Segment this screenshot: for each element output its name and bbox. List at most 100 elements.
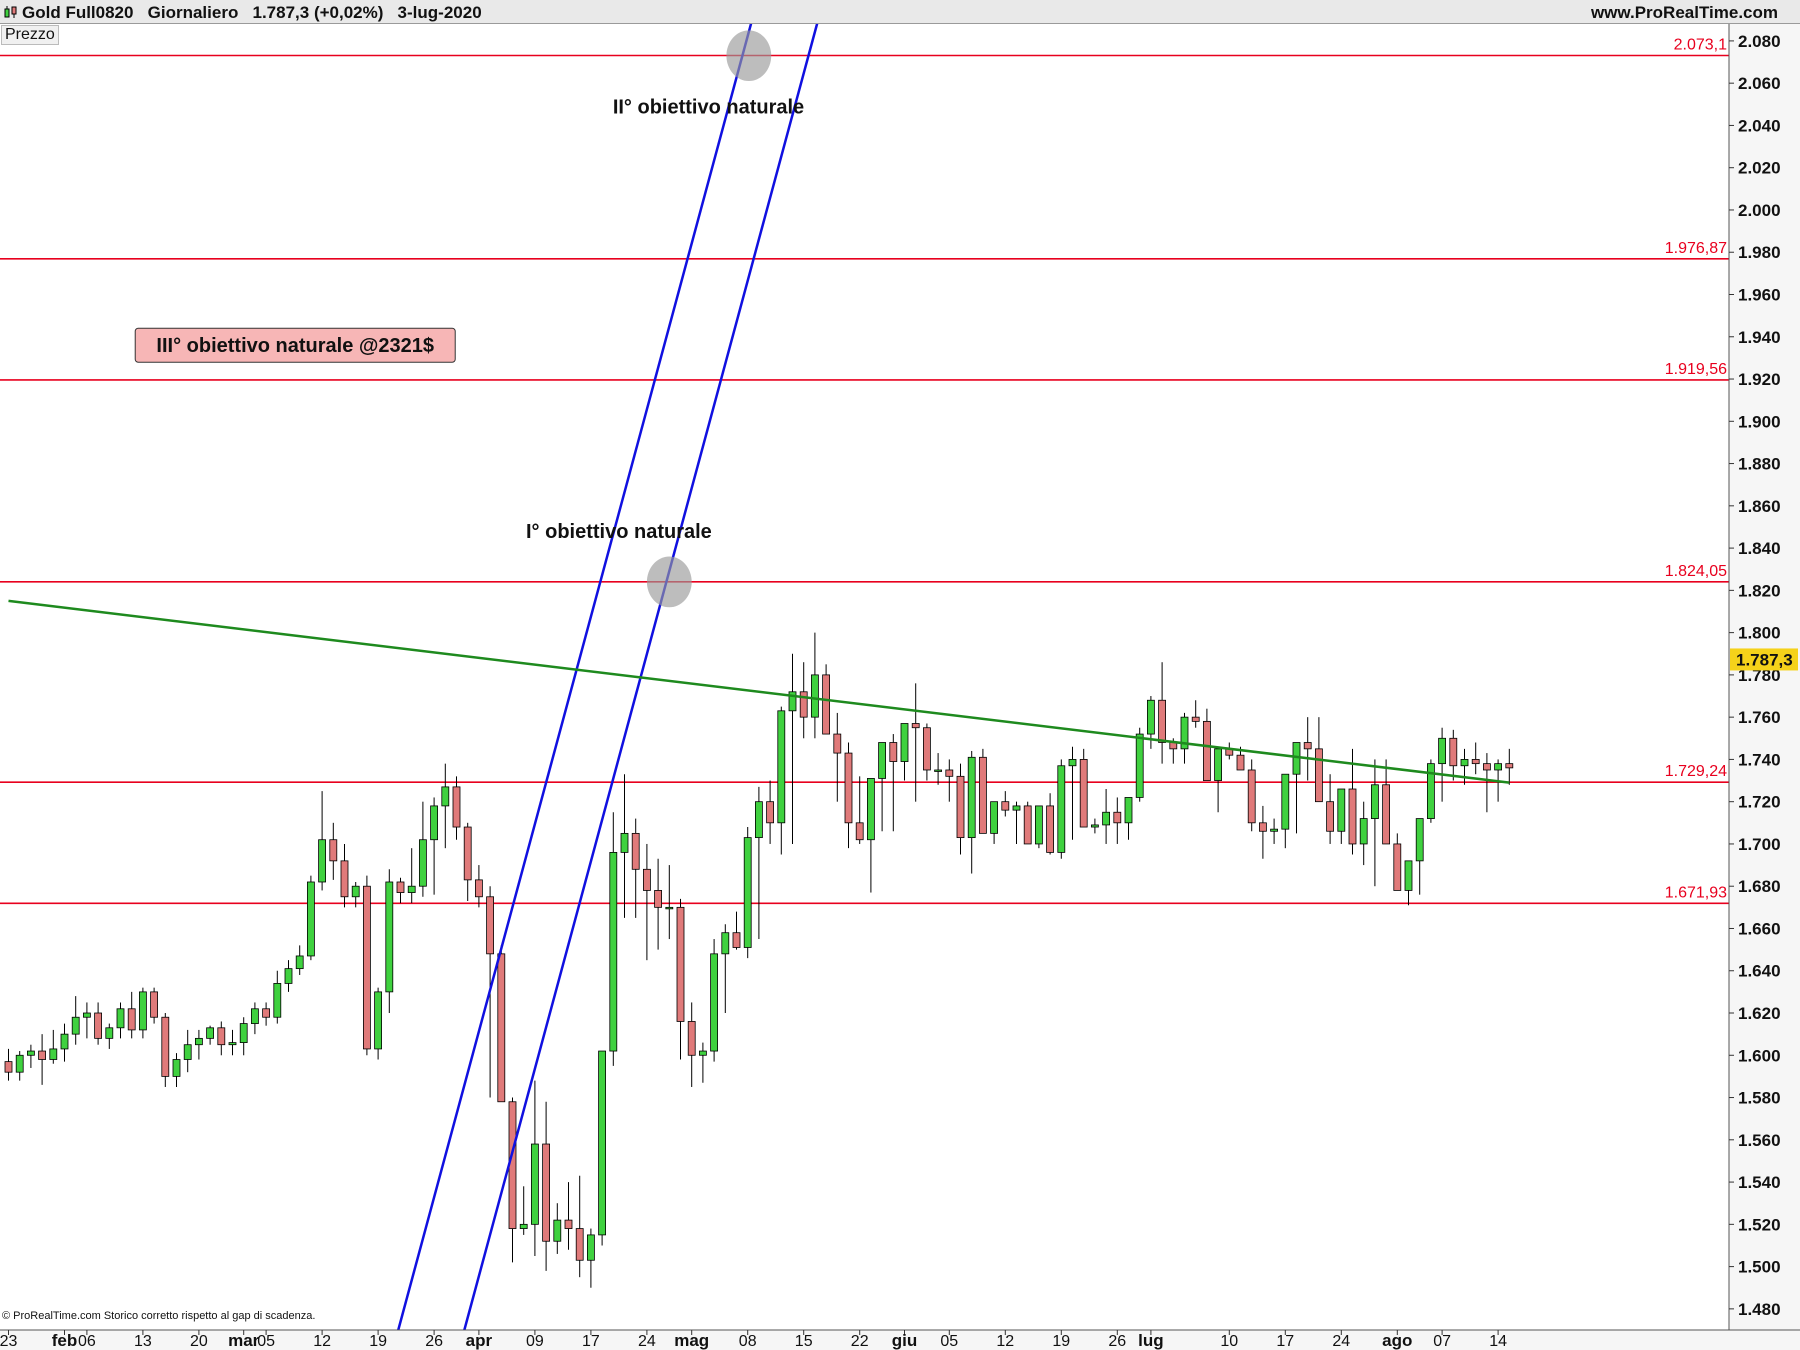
candle-body (1438, 737, 1446, 765)
candle-body (26, 1050, 35, 1056)
y-tick-label: 1.580 (1738, 1089, 1781, 1108)
candle-body (1460, 759, 1469, 767)
candle-body (60, 1033, 69, 1050)
candle-body (732, 932, 741, 948)
annotation-label: III° obiettivo naturale @2321$ (156, 335, 434, 357)
candle-body (777, 710, 786, 824)
y-tick-label: 1.980 (1738, 243, 1781, 262)
x-tick-label: 24 (638, 1333, 656, 1350)
candle-body (172, 1059, 181, 1077)
x-tick-label: apr (466, 1331, 493, 1350)
candle-body (564, 1219, 573, 1229)
x-tick-label: 19 (1052, 1333, 1070, 1350)
candle-body (273, 983, 282, 1018)
candle-body (463, 826, 472, 881)
candle-body (1113, 811, 1122, 824)
x-tick-label: 23 (0, 1333, 18, 1350)
y-tick-label: 1.640 (1738, 962, 1781, 981)
y-tick-label: 1.760 (1738, 708, 1781, 727)
candle-body (150, 991, 159, 1018)
x-tick-label: 15 (795, 1333, 813, 1350)
y-tick-label: 1.800 (1738, 624, 1781, 643)
y-axis: 2.080 2.060 2.040 2.020 2.000 1.980 1.960 1.940… (1728, 24, 1800, 1330)
candle-body (1259, 822, 1267, 832)
target-marker (726, 30, 772, 82)
candle-body (1393, 843, 1402, 891)
candle-body (38, 1050, 46, 1060)
level-label: 1.919,56 (1665, 361, 1727, 378)
candle-body (979, 756, 987, 834)
candle-body (878, 742, 886, 779)
y-tick-label: 1.680 (1738, 877, 1781, 896)
candle-body (206, 1027, 215, 1039)
candle-body (138, 991, 147, 1031)
candle-body (1303, 742, 1312, 750)
candle-body (250, 1008, 259, 1024)
website-link[interactable]: www.ProRealTime.com (1591, 3, 1778, 23)
candle-body (430, 805, 439, 841)
candle-body (1158, 699, 1166, 743)
candle-body (1505, 763, 1514, 769)
candle-body (609, 852, 618, 1052)
x-tick-label: 17 (1276, 1333, 1294, 1350)
candle-body (721, 932, 730, 955)
y-tick-label: 1.660 (1738, 919, 1781, 938)
x-tick-label: 20 (190, 1333, 208, 1350)
candle-body (295, 955, 304, 970)
copyright-notice: © ProRealTime.com Storico corretto rispe… (2, 1310, 316, 1322)
last-price-label: 1.787,3 (1736, 650, 1793, 669)
x-tick-label: mag (674, 1331, 709, 1350)
candle-body (867, 778, 875, 841)
candle-body (542, 1143, 550, 1242)
candle-body (1494, 763, 1502, 771)
candle-body (519, 1223, 528, 1229)
candle-body (923, 727, 931, 771)
candle-body (1326, 801, 1334, 832)
y-tick-label: 2.020 (1738, 159, 1781, 178)
candle-body (956, 775, 965, 839)
panel-label[interactable]: Prezzo (1, 25, 59, 45)
x-tick-label: 06 (78, 1333, 96, 1350)
y-tick-label: 1.480 (1738, 1300, 1781, 1319)
candle-body (1371, 784, 1379, 819)
candle-body (329, 839, 338, 862)
candle-body (262, 1008, 271, 1018)
candle-body (1337, 788, 1346, 832)
y-tick-label: 1.560 (1738, 1131, 1781, 1150)
candle-body (385, 881, 394, 993)
candle-body (194, 1037, 203, 1046)
y-tick-label: 1.600 (1738, 1046, 1781, 1065)
candle-body (967, 756, 976, 839)
instrument-title: Gold Full0820 Giornaliero 1.787,3 (+0,02… (22, 3, 482, 22)
candle-body (945, 769, 954, 777)
candle-body (1147, 699, 1155, 735)
x-tick-label: 09 (526, 1333, 544, 1350)
candle-body (643, 868, 651, 891)
level-label: 1.671,93 (1665, 884, 1727, 901)
candle-body (1348, 788, 1357, 845)
y-tick-label: 2.000 (1738, 201, 1781, 220)
candle-body (1057, 765, 1066, 853)
candle-body (799, 691, 808, 718)
y-tick-label: 2.060 (1738, 74, 1781, 93)
x-tick-label: ago (1382, 1331, 1412, 1350)
annotation-label: II° obiettivo naturale (613, 96, 804, 118)
candle-body (407, 885, 416, 893)
y-tick-label: 2.040 (1738, 116, 1781, 135)
annotation-label: I° obiettivo naturale (526, 521, 712, 543)
candle-body (1023, 805, 1032, 845)
y-tick-label: 1.820 (1738, 581, 1781, 600)
candle-body (1471, 759, 1480, 765)
x-tick-label: lug (1138, 1331, 1164, 1350)
plot-area (0, 24, 1729, 1330)
y-tick-label: 2.080 (1738, 32, 1781, 51)
x-tick-label: giu (892, 1331, 918, 1350)
candle-body (374, 991, 383, 1050)
y-tick-label: 1.960 (1738, 285, 1781, 304)
candle-body (105, 1027, 114, 1039)
x-tick-label: 14 (1489, 1333, 1507, 1350)
x-tick-label: 22 (851, 1333, 869, 1350)
candle-body (620, 832, 629, 853)
candle-body (1247, 769, 1256, 824)
y-tick-label: 1.880 (1738, 455, 1781, 474)
